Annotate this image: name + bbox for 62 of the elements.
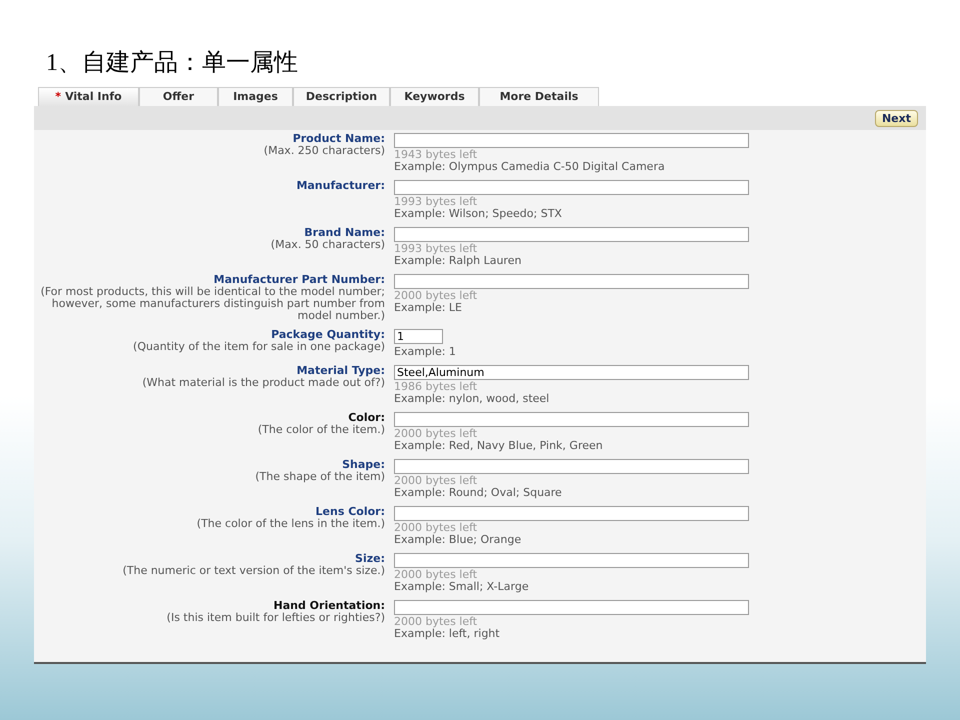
field-hint: (The color of the item.) xyxy=(258,424,385,436)
text-field[interactable] xyxy=(394,600,749,615)
bytes-left-counter: 1986 bytes left xyxy=(394,381,478,393)
text-field[interactable] xyxy=(394,459,749,474)
next-button[interactable]: Next xyxy=(874,110,918,126)
tab[interactable]: Keywords xyxy=(390,87,479,106)
field-hint: (The shape of the item) xyxy=(255,471,385,483)
field-example: Example: Wilson; Speedo; STX xyxy=(394,208,562,220)
field-label: Product Name: xyxy=(292,133,385,145)
field-example: Example: Small; X-Large xyxy=(394,581,529,593)
bytes-left-counter: 1993 bytes left xyxy=(394,196,478,208)
text-field[interactable] xyxy=(394,133,749,148)
required-mark: * xyxy=(55,88,62,105)
tab[interactable]: Offer xyxy=(139,87,218,106)
field-example: Example: nylon, wood, steel xyxy=(394,393,550,405)
field-label: Manufacturer: xyxy=(296,180,385,192)
text-field[interactable] xyxy=(394,227,749,242)
field-example: Example: LE xyxy=(394,302,462,314)
field-hint: (Max. 50 characters) xyxy=(270,239,385,251)
field-label: Brand Name: xyxy=(304,227,385,239)
field-label: Shape: xyxy=(342,459,385,471)
bytes-left-counter: 2000 bytes left xyxy=(394,290,478,302)
field-example: Example: Round; Oval; Square xyxy=(394,487,562,499)
bytes-left-counter: 2000 bytes left xyxy=(394,522,478,534)
field-label: Size: xyxy=(355,553,385,565)
field-hint: (Is this item built for lefties or righties?) xyxy=(166,612,385,624)
field-hint: (Quantity of the item for sale in one package) xyxy=(133,341,385,353)
tab[interactable]: * Vital Info xyxy=(38,87,139,106)
field-hint: (Max. 250 characters) xyxy=(264,145,385,157)
tab[interactable]: Images xyxy=(218,87,293,106)
field-label: Manufacturer Part Number: xyxy=(214,274,385,286)
text-field[interactable] xyxy=(394,180,749,195)
bytes-left-counter: 1943 bytes left xyxy=(394,149,478,161)
field-label: Material Type: xyxy=(296,365,385,377)
text-field[interactable] xyxy=(394,274,749,289)
bytes-left-counter: 2000 bytes left xyxy=(394,428,478,440)
text-field[interactable] xyxy=(394,506,749,521)
field-hint: (The color of the lens in the item.) xyxy=(196,518,385,530)
bytes-left-counter: 2000 bytes left xyxy=(394,616,478,628)
bytes-left-counter: 2000 bytes left xyxy=(394,475,478,487)
field-label: Hand Orientation: xyxy=(274,600,385,612)
tab[interactable]: More Details xyxy=(479,87,599,106)
field-label: Lens Color: xyxy=(316,506,385,518)
field-example: Example: 1 xyxy=(394,346,456,358)
field-example: Example: Blue; Orange xyxy=(394,534,522,546)
bytes-left-counter: 2000 bytes left xyxy=(394,569,478,581)
bytes-left-counter: 1993 bytes left xyxy=(394,243,478,255)
field-hint: (What material is the product made out of?) xyxy=(142,377,385,389)
slide-title: 1、自建产品：单一属性 xyxy=(46,49,299,78)
text-field[interactable] xyxy=(394,412,749,427)
text-field[interactable]: Steel,Aluminum xyxy=(394,365,749,380)
field-label: Package Quantity: xyxy=(271,329,385,341)
field-example: Example: Olympus Camedia C-50 Digital Camera xyxy=(394,161,665,173)
field-hint: (For most products, this will be identical to the model number; however, some manufacturers distinguish part number from model number.) xyxy=(40,286,385,322)
field-example: Example: left, right xyxy=(394,628,500,640)
text-field[interactable]: 1 xyxy=(394,329,443,344)
tab[interactable]: Description xyxy=(293,87,390,106)
field-example: Example: Ralph Lauren xyxy=(394,255,522,267)
field-label: Color: xyxy=(348,412,385,424)
field-hint: (The numeric or text version of the item's size.) xyxy=(122,565,385,577)
text-field[interactable] xyxy=(394,553,749,568)
field-example: Example: Red, Navy Blue, Pink, Green xyxy=(394,440,603,452)
